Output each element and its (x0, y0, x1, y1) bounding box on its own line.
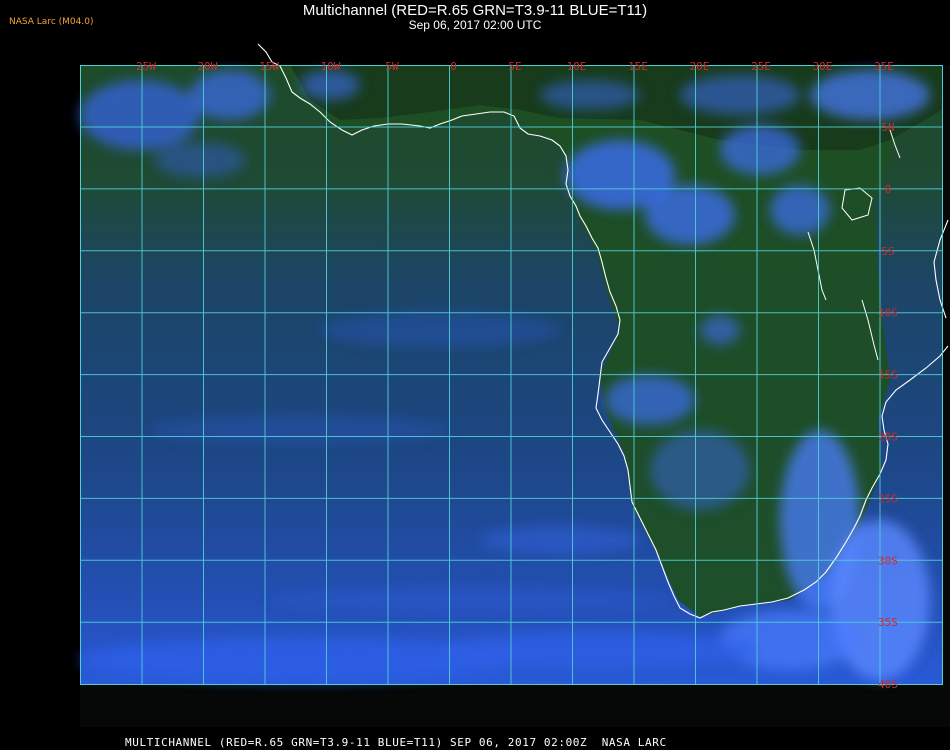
footer-caption: MULTICHANNEL (RED=R.65 GRN=T3.9-11 BLUE=… (125, 736, 667, 749)
latitude-label: 10S (878, 307, 898, 320)
latitude-label: 15S (878, 369, 898, 382)
latitude-label: 25S (878, 492, 898, 505)
longitude-label: 10W (321, 60, 341, 73)
satellite-map: 25W 20W 15W 10W 5W 0 5E 10E 15E 20E 25E 30E 35E 5N 0 5… (80, 43, 950, 727)
latitude-label: 5N (881, 121, 894, 134)
latitude-label: 40S (878, 678, 898, 691)
longitude-label: 20W (198, 60, 218, 73)
longitude-label: 35E (874, 60, 894, 73)
latitude-label: 0 (885, 183, 892, 196)
latitude-label: 20S (878, 431, 898, 444)
longitude-label: 10E (567, 60, 587, 73)
image-title: Multichannel (RED=R.65 GRN=T3.9-11 BLUE=… (302, 2, 648, 19)
longitude-label: 25E (751, 60, 771, 73)
longitude-label: 5W (385, 60, 399, 73)
image-timestamp: Sep 06, 2017 02:00 UTC (408, 18, 542, 32)
latitude-label: 35S (878, 616, 898, 629)
latitude-label: 30S (878, 554, 898, 567)
longitude-label: 20E (690, 60, 710, 73)
longitude-label: 0 (450, 60, 457, 73)
longitude-label: 30E (813, 60, 833, 73)
longitude-label: 15W (259, 60, 279, 73)
latitude-label: 5S (881, 245, 894, 258)
longitude-label: 25W (136, 60, 156, 73)
longitude-label: 15E (628, 60, 648, 73)
longitude-label: 5E (508, 60, 521, 73)
